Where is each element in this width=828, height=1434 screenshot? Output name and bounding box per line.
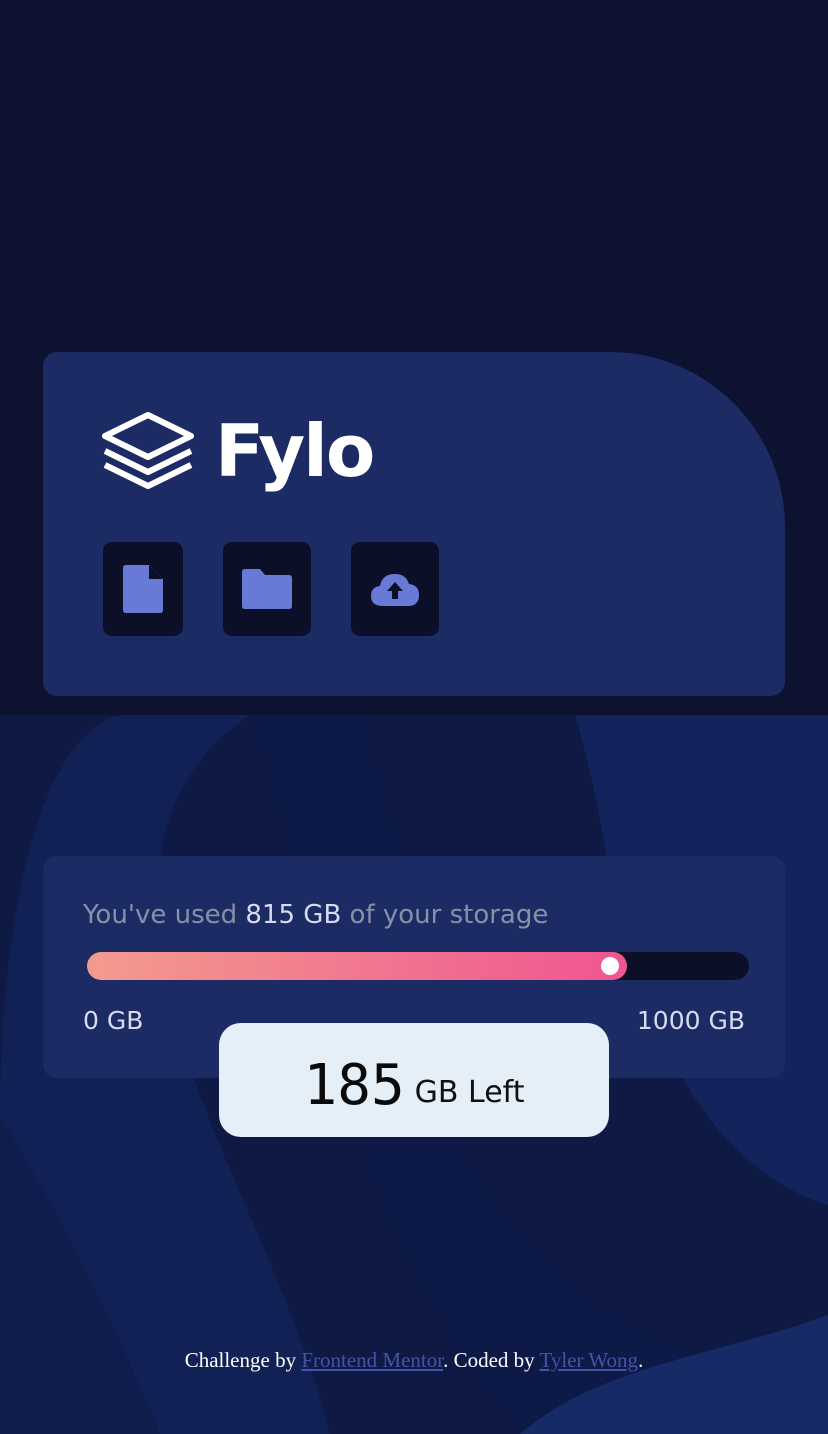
folders-button[interactable] [223, 542, 311, 636]
layers-icon [102, 412, 194, 489]
range-max-label: 1000 GB [636, 1006, 745, 1035]
usage-text: You've used 815 GB of your storage [83, 900, 548, 930]
documents-button[interactable] [103, 542, 183, 636]
storage-progress-fill [87, 952, 627, 980]
progress-knob [600, 957, 619, 975]
attribution-footer: Challenge by Frontend Mentor. Coded by T… [0, 1348, 828, 1373]
footer-suffix: . [638, 1348, 644, 1372]
cloud-upload-icon [371, 574, 419, 606]
logo: Fylo [101, 409, 375, 493]
storage-progress-bar [87, 952, 749, 980]
remaining-value: 185 [303, 1053, 405, 1118]
logo-card: Fylo [43, 352, 785, 696]
remaining-unit: GB Left [414, 1074, 525, 1110]
challenge-prefix: Challenge by [184, 1348, 297, 1372]
storage-remaining-badge: 185 GB Left [219, 1023, 609, 1137]
upload-button[interactable] [351, 542, 439, 636]
range-min-label: 0 GB [83, 1006, 144, 1035]
usage-suffix: of your storage [349, 900, 549, 930]
folder-icon [242, 569, 292, 609]
document-icon [123, 565, 163, 613]
frontend-mentor-link[interactable]: Frontend Mentor [301, 1348, 443, 1372]
brand-name: Fylo [215, 409, 375, 493]
author-link[interactable]: Tyler Wong [540, 1348, 639, 1372]
usage-prefix: You've used [83, 900, 238, 930]
coded-prefix: . Coded by [443, 1348, 535, 1372]
used-amount: 815 GB [245, 900, 342, 930]
